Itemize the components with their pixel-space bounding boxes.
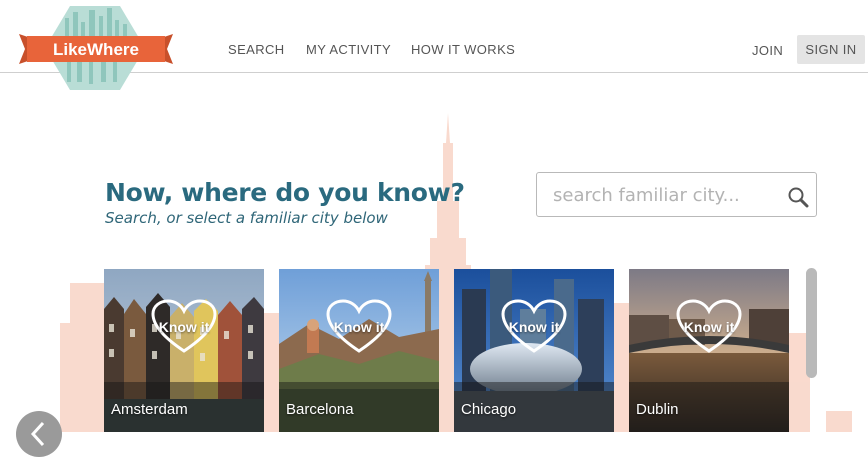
- city-name: Amsterdam: [111, 401, 188, 418]
- city-card-chicago[interactable]: Know it Chicago: [454, 269, 614, 432]
- likewhere-logo[interactable]: LikeWhere: [17, 4, 175, 92]
- know-it-label: Know it: [333, 319, 385, 335]
- city-name: Chicago: [461, 401, 517, 418]
- know-it-label: Know it: [683, 319, 735, 335]
- top-header: LikeWhere SEARCH MY ACTIVITY HOW IT WORK…: [0, 0, 868, 90]
- page-title: Now, where do you know?: [105, 178, 465, 207]
- know-it-label: Know it: [158, 319, 210, 335]
- sign-in-label: SIGN IN: [805, 42, 857, 57]
- city-search-box: [536, 172, 817, 217]
- city-name: Barcelona: [286, 401, 354, 418]
- search-icon[interactable]: [787, 186, 809, 208]
- city-list-scrollbar-thumb[interactable]: [806, 268, 817, 378]
- chevron-left-icon: [30, 421, 45, 447]
- city-card-dublin[interactable]: Know it Dublin: [629, 269, 789, 432]
- logo-text: LikeWhere: [53, 40, 139, 59]
- city-card-barcelona[interactable]: Know it Barcelona: [279, 269, 439, 432]
- sign-in-button[interactable]: SIGN IN: [797, 35, 865, 64]
- city-search-input[interactable]: [553, 182, 773, 208]
- join-link[interactable]: JOIN: [752, 43, 783, 58]
- nav-my-activity[interactable]: MY ACTIVITY: [306, 42, 391, 57]
- nav-search[interactable]: SEARCH: [228, 42, 285, 57]
- page-subtitle: Search, or select a familiar city below: [105, 209, 388, 227]
- carousel-prev-button[interactable]: [16, 411, 62, 457]
- city-card-amsterdam[interactable]: Know it Amsterdam: [104, 269, 264, 432]
- city-name: Dublin: [636, 401, 679, 418]
- know-it-label: Know it: [508, 319, 560, 335]
- nav-how-it-works[interactable]: HOW IT WORKS: [411, 42, 515, 57]
